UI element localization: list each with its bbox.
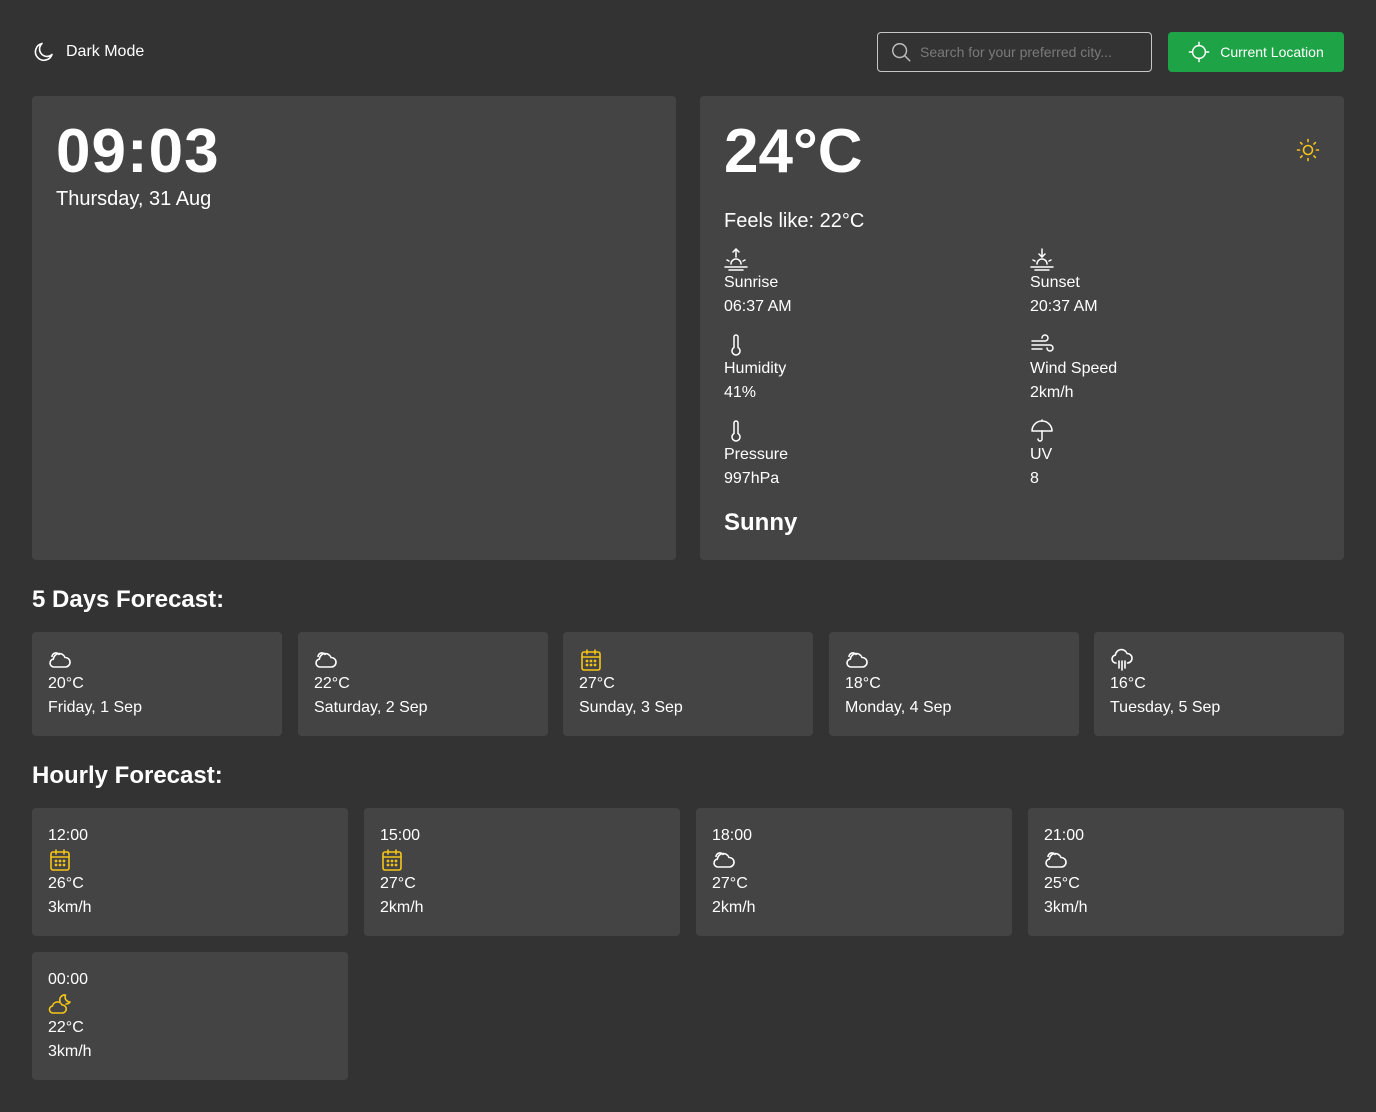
detail-label: Wind Speed [1030,360,1118,377]
search-icon [892,43,911,62]
detail-value: 41% [724,384,757,401]
hourly-wind: 2km/h [380,899,424,916]
cloud-icon [1045,852,1067,868]
search-box[interactable] [877,32,1152,72]
forecast-day-card: 16°C Tuesday, 5 Sep [1094,632,1344,736]
calendar-icon [50,849,70,871]
hourly-wind: 3km/h [48,1043,92,1060]
forecast-date: Friday, 1 Sep [48,699,142,716]
clock-time: 09:03 [56,117,220,186]
detail-label: Humidity [724,360,787,377]
cloud-icon [846,652,868,668]
hourly-wind: 3km/h [1044,899,1088,916]
forecast-date: Saturday, 2 Sep [314,699,428,716]
hourly-time: 18:00 [712,827,753,844]
hourly-card: 21:00 25°C 3km/h [1028,808,1344,936]
hourly-card: 15:00 27°C 2km/h [364,808,680,936]
detail-label: Sunset [1030,274,1080,291]
hourly-time: 21:00 [1044,827,1085,844]
umbrella-icon [1031,419,1053,442]
forecast-day-card: 22°C Saturday, 2 Sep [298,632,548,736]
forecast-date: Tuesday, 5 Sep [1110,699,1221,716]
detail-value: 20:37 AM [1030,298,1098,315]
hourly-time: 12:00 [48,827,89,844]
calendar-icon [581,649,601,671]
dark-mode-toggle[interactable]: Dark Mode [32,40,144,64]
detail-sunrise: Sunrise 06:37 AM [724,247,1030,319]
search-input[interactable] [920,44,1139,60]
forecast-day-card: 27°C Sunday, 3 Sep [563,632,813,736]
sunrise-icon [724,248,748,271]
forecast-day-card: 20°C Friday, 1 Sep [32,632,282,736]
feels-like: Feels like: 22°C [724,210,865,232]
clock-card: 09:03 Thursday, 31 Aug [32,96,676,560]
hourly-time: 00:00 [48,971,89,988]
detail-label: Pressure [724,446,789,463]
detail-pressure: Pressure 997hPa [724,419,1030,491]
hourly-card: 00:00 22°C 3km/h [32,952,348,1080]
hourly-card: 18:00 27°C 2km/h [696,808,1012,936]
detail-uv: UV 8 [1030,419,1336,491]
current-location-label: Current Location [1220,44,1324,60]
cloud-icon [713,852,735,868]
calendar-icon [382,849,402,871]
detail-label: UV [1030,446,1053,463]
forecast-temp: 18°C [845,675,881,692]
wind-icon [1031,334,1054,352]
detail-value: 997hPa [724,470,780,487]
cloud-icon [49,652,71,668]
current-location-button[interactable]: Current Location [1168,32,1344,72]
thermometer-icon [731,420,741,442]
forecast-temp: 20°C [48,675,84,692]
hourly-card: 12:00 26°C 3km/h [32,808,348,936]
detail-label: Sunrise [724,274,779,291]
clock-date: Thursday, 31 Aug [56,188,212,210]
hourly-temp: 25°C [1044,875,1080,892]
dark-mode-label: Dark Mode [66,43,145,60]
cloud-moon-icon [48,994,71,1014]
forecast-date: Sunday, 3 Sep [579,699,683,716]
forecast-temp: 27°C [579,675,615,692]
current-weather-card: 24°C Feels like: 22°C Sunrise 06:37 AM S… [700,96,1344,560]
forecast-date: Monday, 4 Sep [845,699,952,716]
forecast-day-card: 18°C Monday, 4 Sep [829,632,1079,736]
thermometer-icon [731,334,741,356]
forecast-temp: 22°C [314,675,350,692]
hourly-wind: 2km/h [712,899,756,916]
crosshair-icon [1188,41,1210,63]
sunset-icon [1030,248,1054,271]
detail-sunset: Sunset 20:37 AM [1030,247,1336,319]
hourly-temp: 22°C [48,1019,84,1036]
current-temperature: 24°C [724,117,863,186]
moon-icon [34,42,53,61]
detail-humidity: Humidity 41% [724,333,1030,405]
top-bar: Dark Mode Current Location [32,32,1344,72]
detail-value: 2km/h [1030,384,1074,401]
hourly-temp: 27°C [712,875,748,892]
hourly-title: Hourly Forecast: [32,762,223,789]
hourly-temp: 26°C [48,875,84,892]
detail-wind-speed: Wind Speed 2km/h [1030,333,1336,405]
cloud-icon [315,652,337,668]
weather-condition: Sunny [724,509,798,536]
hourly-temp: 27°C [380,875,416,892]
sun-icon [1296,138,1320,162]
forecast-temp: 16°C [1110,675,1146,692]
detail-value: 06:37 AM [724,298,792,315]
detail-value: 8 [1030,470,1039,487]
forecast-title: 5 Days Forecast: [32,586,225,613]
cloud-rain-icon [1111,648,1133,671]
hourly-time: 15:00 [380,827,421,844]
hourly-wind: 3km/h [48,899,92,916]
weather-details: Sunrise 06:37 AM Sunset 20:37 AM Humidit… [724,247,1320,491]
